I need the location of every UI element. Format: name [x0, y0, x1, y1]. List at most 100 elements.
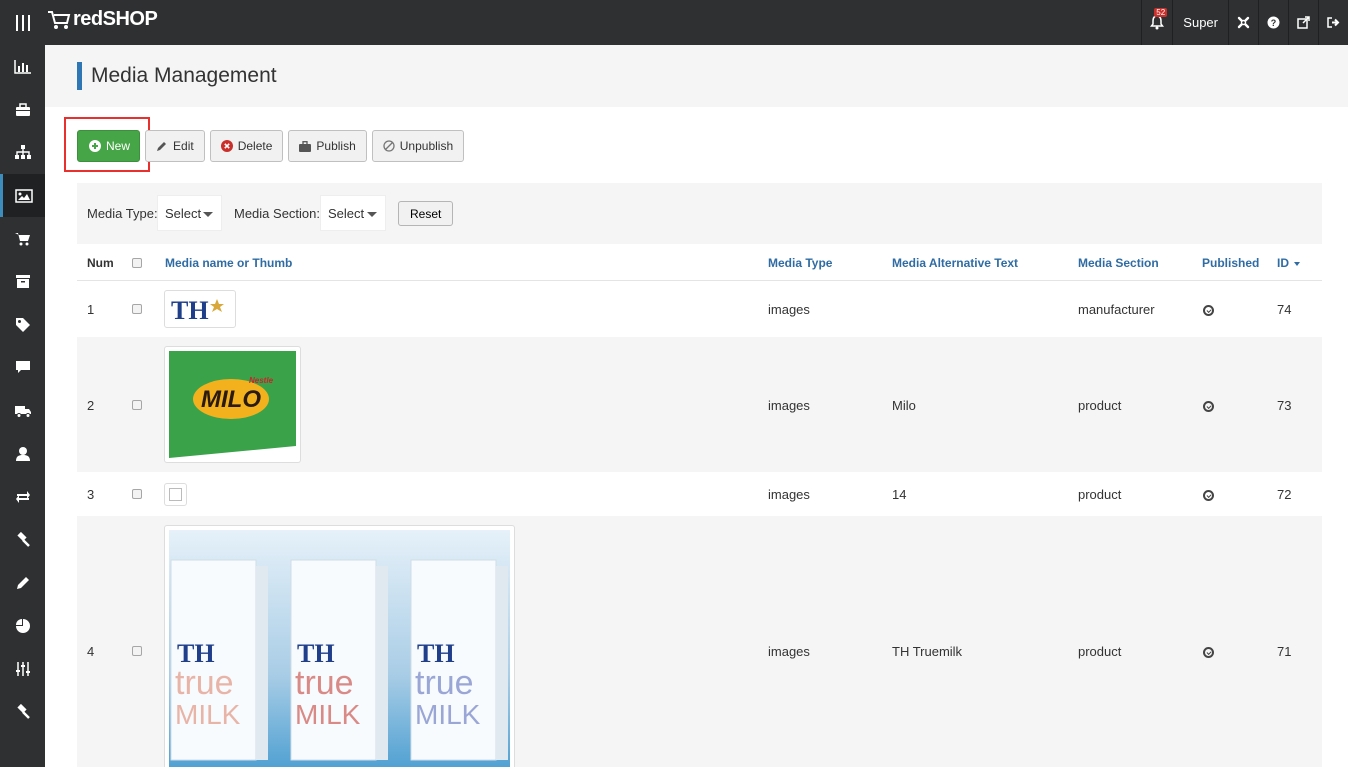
gavel-icon	[16, 531, 30, 547]
column-media-name[interactable]: Media name or Thumb	[165, 256, 292, 270]
toolbar: New Edit Delete Publish Unpublish	[77, 130, 469, 162]
published-icon[interactable]	[1203, 647, 1214, 658]
app-logo[interactable]: redSHOP	[47, 8, 158, 31]
table-row[interactable]: 4 TH true MILK TH true MILK TH true MILK…	[77, 516, 1322, 767]
sidebar-item-utilities[interactable]	[0, 690, 45, 733]
exchange-icon	[15, 490, 30, 503]
published-icon[interactable]	[1203, 305, 1214, 316]
table-row[interactable]: 3 images 14 product 72	[77, 472, 1322, 516]
media-section-select-value: Select	[328, 205, 365, 221]
top-bar: redSHOP 52 Super ?	[0, 0, 1348, 45]
delete-button[interactable]: Delete	[209, 130, 284, 162]
table-row[interactable]: 2 MILO Nestle images Milo product 73	[77, 337, 1322, 472]
help-icon: ?	[1267, 16, 1280, 29]
column-id[interactable]: ID	[1277, 256, 1301, 270]
broken-image-icon	[169, 488, 182, 501]
publish-button[interactable]: Publish	[288, 130, 367, 162]
media-section-select[interactable]: Select	[320, 195, 386, 231]
row-num: 1	[87, 302, 95, 317]
media-type-label: Media Type:	[87, 206, 158, 221]
reset-button[interactable]: Reset	[398, 201, 454, 226]
row-alt-text: TH Truemilk	[892, 644, 963, 659]
truck-icon	[14, 405, 31, 418]
row-alt-text: Milo	[892, 398, 916, 413]
sidebar-item-import-export[interactable]	[0, 475, 45, 518]
joomla-button[interactable]	[1228, 0, 1258, 45]
unpublish-button[interactable]: Unpublish	[371, 130, 465, 162]
help-button[interactable]: ?	[1258, 0, 1288, 45]
column-published[interactable]: Published	[1202, 256, 1259, 270]
media-thumbnail[interactable]: MILO Nestle	[164, 346, 301, 463]
row-media-type: images	[768, 644, 810, 659]
published-icon[interactable]	[1203, 401, 1214, 412]
row-id: 74	[1277, 302, 1292, 317]
table-row[interactable]: 1 TH images manufacturer 74	[77, 281, 1322, 337]
menu-toggle-icon[interactable]	[0, 0, 45, 45]
sidebar-item-communication[interactable]	[0, 346, 45, 389]
hammer-icon	[16, 703, 30, 719]
sidebar-item-categories[interactable]	[0, 131, 45, 174]
th-logo-text: TH	[171, 296, 209, 323]
column-media-type[interactable]: Media Type	[768, 256, 832, 270]
select-all-checkbox[interactable]	[132, 258, 142, 268]
column-media-section[interactable]: Media Section	[1078, 256, 1159, 270]
sidebar-item-media[interactable]	[0, 174, 45, 217]
row-checkbox[interactable]	[132, 489, 142, 499]
cart-logo-icon	[48, 10, 71, 29]
pencil-icon	[156, 140, 168, 152]
row-media-section: product	[1078, 487, 1122, 502]
user-menu[interactable]: Super	[1172, 0, 1228, 45]
cart-icon	[15, 233, 30, 246]
row-checkbox[interactable]	[132, 400, 142, 410]
filter-bar: Media Type: Select Media Section: Select…	[77, 183, 1322, 244]
sidebar-item-discounts[interactable]	[0, 303, 45, 346]
publish-button-label: Publish	[316, 139, 356, 153]
logo-text: redSHOP	[73, 8, 158, 30]
row-checkbox[interactable]	[132, 304, 142, 314]
row-alt-text: 14	[892, 487, 907, 502]
sidebar-item-users[interactable]	[0, 432, 45, 475]
milo-image: MILO Nestle	[169, 351, 296, 458]
briefcase-icon	[299, 140, 312, 152]
page-title: Media Management	[77, 62, 277, 90]
bar-chart-icon	[13, 59, 31, 74]
published-icon[interactable]	[1203, 490, 1214, 501]
row-media-type: images	[768, 302, 810, 317]
logout-button[interactable]	[1318, 0, 1348, 45]
new-button[interactable]: New	[77, 130, 141, 162]
row-num: 3	[87, 487, 95, 502]
notifications-button[interactable]: 52	[1141, 0, 1172, 45]
external-link-button[interactable]	[1288, 0, 1318, 45]
row-media-section: manufacturer	[1078, 302, 1155, 317]
media-thumbnail-empty[interactable]	[164, 483, 187, 506]
media-type-select[interactable]: Select	[157, 195, 222, 231]
pencil-icon	[16, 576, 29, 589]
media-thumbnail[interactable]: TH true MILK TH true MILK TH true MILK	[164, 525, 515, 767]
sidebar-item-statistics[interactable]	[0, 45, 45, 88]
edit-button[interactable]: Edit	[145, 130, 205, 162]
logout-icon	[1327, 17, 1340, 28]
sidebar-item-configuration[interactable]	[0, 647, 45, 690]
row-num: 2	[87, 398, 95, 413]
external-link-icon	[1297, 16, 1310, 29]
th-logo-image: TH	[171, 296, 224, 325]
sidebar-item-shipping[interactable]	[0, 389, 45, 432]
chevron-down-icon	[367, 212, 377, 217]
sidebar-item-orders[interactable]	[0, 217, 45, 260]
ban-icon	[383, 140, 395, 152]
table-header: Num Media name or Thumb Media Type Media…	[77, 245, 1322, 281]
sidebar-item-tools[interactable]	[0, 518, 45, 561]
column-alt-text[interactable]: Media Alternative Text	[892, 256, 1018, 270]
sidebar-item-shop[interactable]	[0, 88, 45, 131]
delete-icon	[220, 140, 233, 152]
truemilk-milk-text: MILK	[415, 699, 481, 730]
row-media-section: product	[1078, 644, 1122, 659]
media-thumbnail[interactable]: TH	[164, 290, 236, 328]
truemilk-true-text: true	[295, 664, 354, 702]
edit-button-label: Edit	[173, 139, 194, 153]
sidebar-item-customization[interactable]	[0, 561, 45, 604]
notification-count-badge: 52	[1154, 8, 1168, 17]
sidebar-item-archive[interactable]	[0, 260, 45, 303]
sidebar-item-reports[interactable]	[0, 604, 45, 647]
row-checkbox[interactable]	[132, 646, 142, 656]
